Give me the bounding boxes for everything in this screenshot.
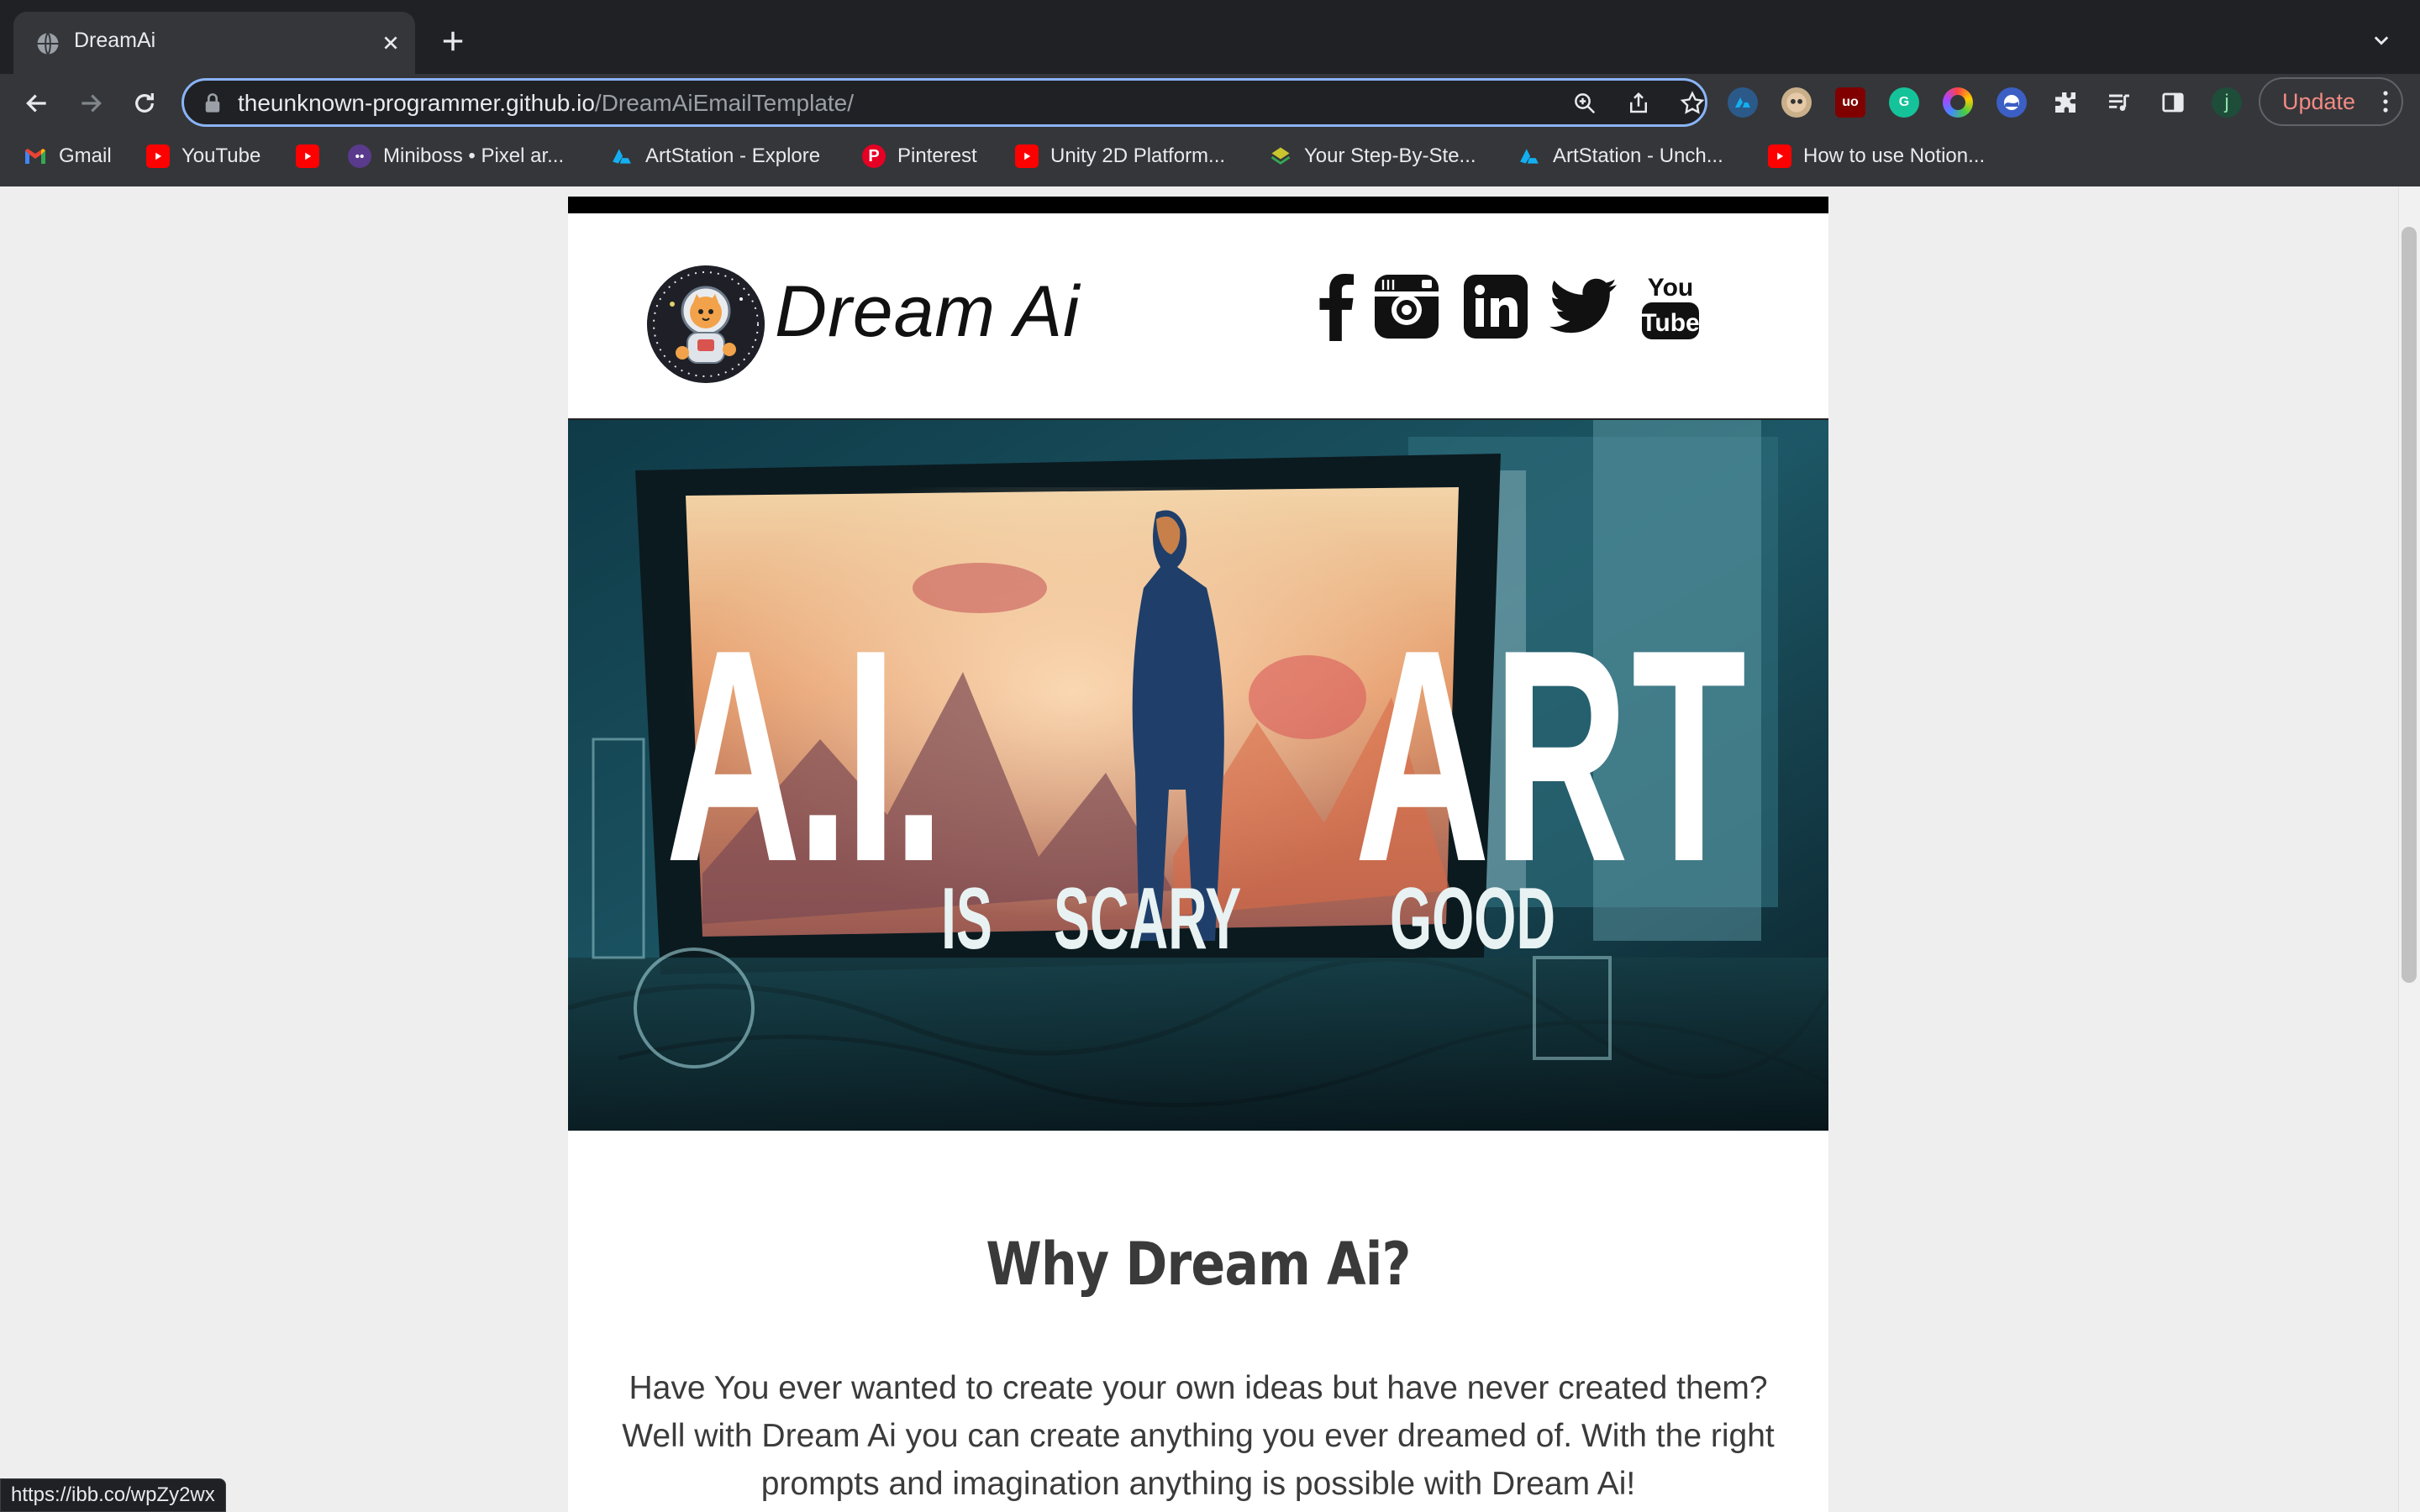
profile-avatar[interactable]: j [2212, 87, 2242, 118]
bookmarks-bar: Gmail YouTube Miniboss • Pixel ar... Art… [0, 136, 2420, 180]
youtube-icon[interactable]: You Tube [1637, 272, 1704, 341]
svg-text:Tube: Tube [1641, 309, 1699, 337]
bookmark-pinterest[interactable]: P Pinterest [862, 141, 977, 171]
url-text: theunknown-programmer.github.io/DreamAiE… [238, 90, 854, 117]
section-body: Have You ever wanted to create your own … [622, 1370, 1775, 1502]
hero-banner[interactable]: A.I. ART IS SCARY GOOD [568, 420, 1828, 1131]
page-viewport: Dream Ai You Tube A.I. ART IS SCARY GOOD… [0, 186, 2420, 1512]
grammarly-extension-icon[interactable]: G [1889, 87, 1919, 118]
bookmark-unity-2d[interactable]: Unity 2D Platform... [1015, 141, 1225, 171]
brand-name: Dream Ai [775, 271, 1081, 352]
url-host: theunknown-programmer.github.io [238, 90, 595, 116]
face-extension-icon[interactable] [1781, 87, 1812, 118]
bookmark-youtube[interactable]: YouTube [146, 141, 260, 171]
youtube-icon [1015, 144, 1039, 168]
status-url: https://ibb.co/wpZy2wx [0, 1478, 226, 1512]
artstation-icon [1518, 144, 1541, 168]
back-button[interactable] [18, 85, 55, 122]
email-template: Dream Ai You Tube A.I. ART IS SCARY GOOD… [568, 197, 1828, 1512]
facebook-icon[interactable] [1302, 272, 1370, 341]
reload-button[interactable] [126, 85, 163, 122]
ublock-extension-icon[interactable]: uo [1835, 87, 1865, 118]
bookmark-step-by-step[interactable]: Your Step-By-Ste... [1269, 141, 1476, 171]
bookmark-youtube-2[interactable] [296, 141, 331, 171]
star-icon[interactable] [1676, 87, 1708, 119]
bookmark-miniboss[interactable]: Miniboss • Pixel ar... [348, 141, 564, 171]
more-icon [2383, 91, 2388, 113]
instagram-icon[interactable] [1373, 272, 1440, 341]
youtube-icon [296, 144, 319, 168]
stepbystep-icon [1269, 144, 1292, 168]
hero-headline-right: ART [1355, 587, 1749, 925]
email-header: Dream Ai You Tube [568, 213, 1828, 420]
zoom-icon[interactable] [1569, 87, 1601, 119]
artstation-icon [610, 144, 634, 168]
bookmark-gmail[interactable]: Gmail [24, 141, 112, 171]
close-icon[interactable] [376, 29, 405, 57]
url-path: /DreamAiEmailTemplate/ [594, 90, 855, 116]
bookmark-notion[interactable]: How to use Notion... [1768, 141, 1985, 171]
hero-sub-is: IS [941, 870, 992, 968]
hero-sub-good: GOOD [1390, 870, 1556, 968]
tab-title: DreamAi [74, 29, 156, 52]
wave-extension-icon[interactable] [1996, 87, 2027, 118]
youtube-icon [1768, 144, 1791, 168]
svg-text:You: You [1648, 274, 1693, 302]
address-bar[interactable]: theunknown-programmer.github.io/DreamAiE… [182, 78, 1707, 127]
lock-icon [205, 93, 220, 113]
globe-icon [37, 32, 59, 55]
twitter-icon[interactable] [1549, 272, 1617, 341]
update-label: Update [2282, 88, 2356, 114]
linkedin-icon[interactable] [1462, 272, 1529, 341]
chevron-down-icon[interactable] [2368, 27, 2395, 54]
email-top-bar [568, 197, 1828, 213]
bookmark-artstation-explore[interactable]: ArtStation - Explore [610, 141, 820, 171]
hero-sub-scary: SCARY [1054, 870, 1242, 968]
artstation-extension-icon[interactable] [1728, 87, 1758, 118]
pinterest-icon: P [862, 144, 886, 168]
update-button[interactable]: Update [2259, 77, 2403, 126]
scrollbar-thumb[interactable] [2402, 227, 2417, 983]
forward-button[interactable] [72, 85, 109, 122]
tab-strip: DreamAi [0, 0, 2420, 74]
share-icon[interactable] [1623, 87, 1655, 119]
astronaut-cat-logo[interactable] [647, 265, 765, 383]
section-title: Why Dream Ai? [986, 1230, 1411, 1299]
side-panel-icon[interactable] [2158, 87, 2188, 118]
youtube-icon [146, 144, 170, 168]
tab-dreamai[interactable]: DreamAi [13, 12, 415, 74]
media-icon[interactable] [2104, 87, 2134, 118]
miniboss-icon [348, 144, 371, 168]
bookmark-artstation-unch[interactable]: ArtStation - Unch... [1518, 141, 1723, 171]
colorpicker-extension-icon[interactable] [1943, 87, 1973, 118]
gmail-icon [24, 144, 47, 168]
new-tab-button[interactable] [437, 25, 469, 57]
browser-toolbar: theunknown-programmer.github.io/DreamAiE… [0, 74, 2420, 202]
puzzle-icon[interactable] [2050, 87, 2081, 118]
hero-headline-left: A.I. [666, 587, 944, 925]
